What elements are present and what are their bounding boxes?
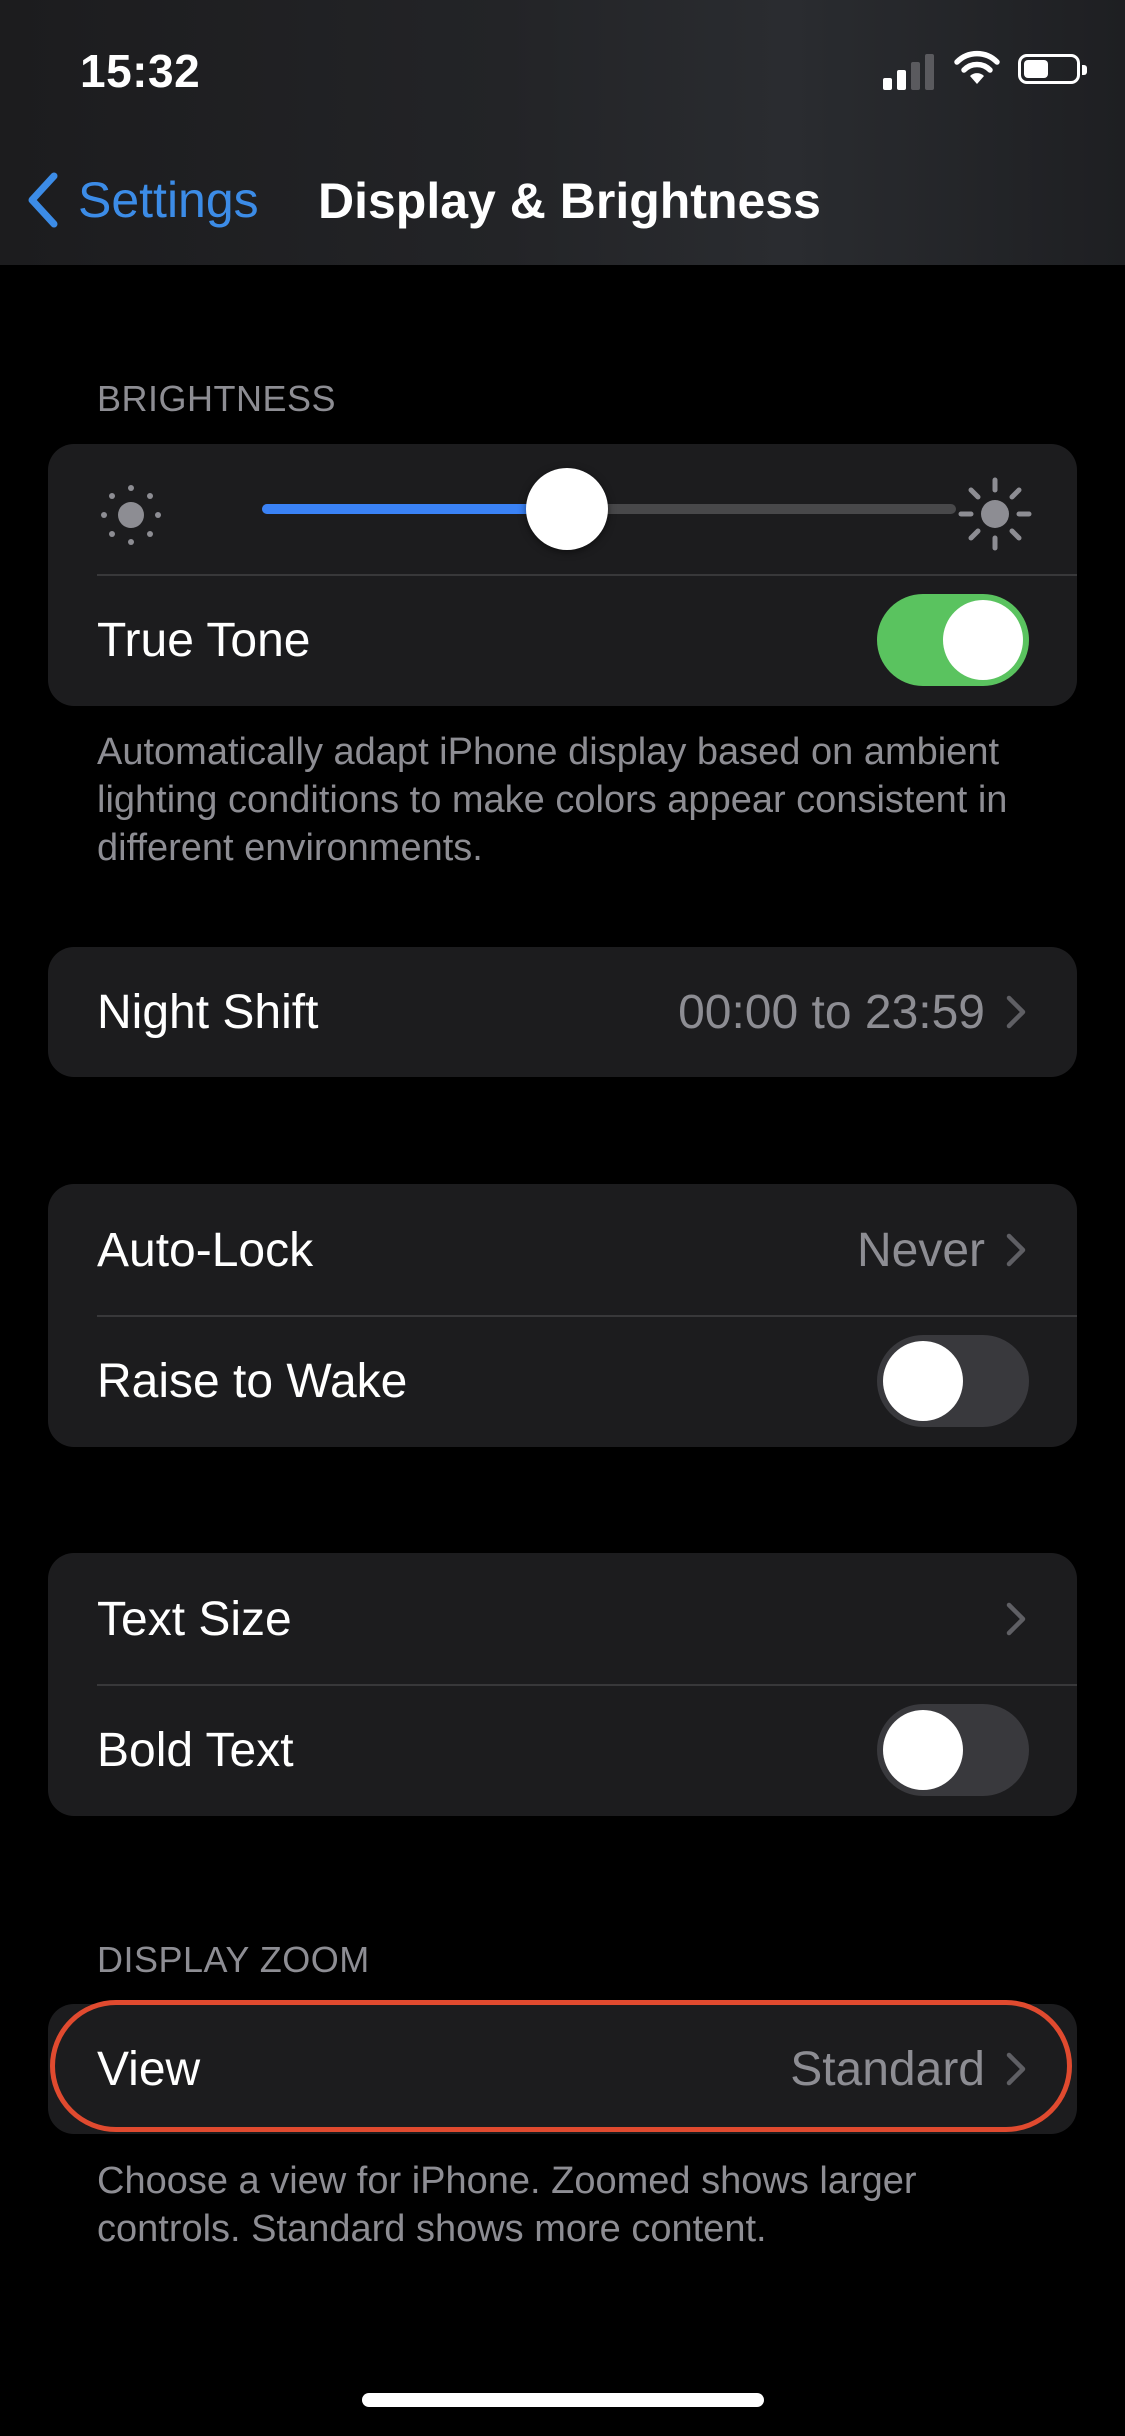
night-shift-label: Night Shift	[97, 985, 319, 1039]
chevron-right-icon	[1006, 1602, 1026, 1636]
auto-lock-row[interactable]: Auto-Lock Never	[48, 1184, 1077, 1316]
night-shift-row[interactable]: Night Shift 00:00 to 23:59	[48, 947, 1077, 1077]
toggle-knob	[883, 1710, 963, 1790]
cellular-signal-icon	[883, 50, 935, 90]
lock-group: Auto-Lock Never Raise to Wake	[48, 1184, 1077, 1447]
view-value: Standard	[790, 2042, 985, 2096]
chevron-right-icon	[1006, 2052, 1026, 2086]
display-zoom-footer: Choose a view for iPhone. Zoomed shows l…	[97, 2160, 917, 2250]
brightness-low-icon	[101, 485, 161, 545]
brightness-section-header: BRIGHTNESS	[97, 378, 337, 419]
brightness-high-icon	[958, 477, 1032, 551]
view-row[interactable]: View Standard	[48, 2004, 1077, 2134]
auto-lock-label: Auto-Lock	[97, 1223, 314, 1277]
text-size-row[interactable]: Text Size	[48, 1553, 1077, 1685]
page-title: Display & Brightness	[318, 173, 821, 229]
true-tone-row: True Tone	[48, 574, 1077, 706]
battery-icon	[1018, 54, 1087, 84]
chevron-right-icon	[1006, 995, 1026, 1029]
raise-to-wake-row: Raise to Wake	[48, 1315, 1077, 1447]
raise-to-wake-label: Raise to Wake	[97, 1354, 408, 1408]
back-button-label: Settings	[78, 172, 259, 228]
view-label: View	[97, 2042, 201, 2096]
toggle-knob	[883, 1341, 963, 1421]
night-shift-value: 00:00 to 23:59	[678, 985, 985, 1039]
bold-text-row: Bold Text	[48, 1684, 1077, 1816]
chevron-right-icon	[1006, 1233, 1026, 1267]
true-tone-footer: Automatically adapt iPhone display based…	[97, 731, 1008, 869]
display-zoom-group: View Standard	[48, 2004, 1077, 2134]
brightness-slider[interactable]	[262, 468, 956, 550]
true-tone-toggle[interactable]	[877, 594, 1029, 686]
auto-lock-value: Never	[856, 1223, 985, 1277]
display-zoom-section-header: DISPLAY ZOOM	[97, 1939, 370, 1980]
back-button[interactable]: Settings	[26, 170, 259, 230]
status-time: 15:32	[80, 45, 201, 97]
night-shift-group: Night Shift 00:00 to 23:59	[48, 947, 1077, 1077]
text-size-label: Text Size	[97, 1592, 292, 1646]
raise-to-wake-toggle[interactable]	[877, 1335, 1029, 1427]
brightness-slider-row	[48, 444, 1077, 576]
home-indicator[interactable]	[362, 2393, 764, 2407]
brightness-group: True Tone	[48, 444, 1077, 706]
brightness-slider-thumb[interactable]	[526, 468, 609, 550]
wifi-icon	[954, 50, 1000, 84]
status-icons	[883, 50, 1087, 90]
true-tone-label: True Tone	[97, 613, 311, 667]
text-group: Text Size Bold Text	[48, 1553, 1077, 1816]
bold-text-label: Bold Text	[97, 1723, 294, 1777]
toggle-knob	[943, 600, 1023, 680]
bold-text-toggle[interactable]	[877, 1704, 1029, 1796]
brightness-slider-fill	[262, 504, 568, 514]
chevron-left-icon	[28, 172, 58, 228]
